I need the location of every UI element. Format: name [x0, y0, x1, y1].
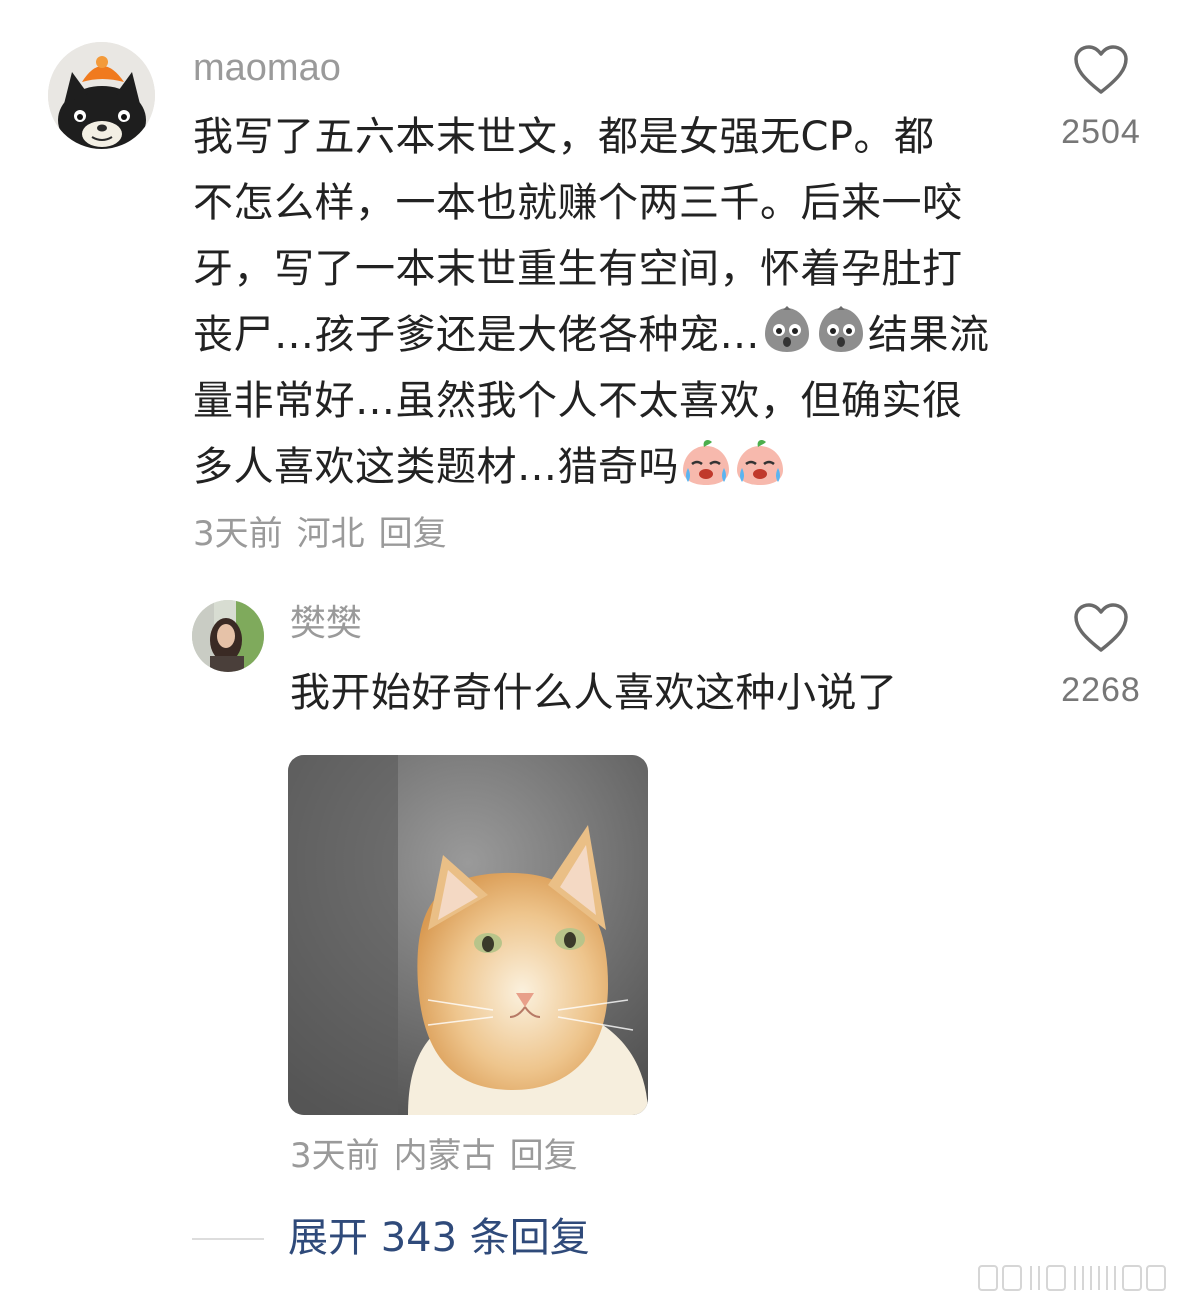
comment-text-segment: 多人喜欢这类题材…猎奇吗: [193, 444, 679, 490]
reply-button[interactable]: 回复: [379, 514, 447, 554]
comment-text-line: 多人喜欢这类题材…猎奇吗: [193, 434, 1023, 500]
comment-author[interactable]: maomao: [193, 44, 341, 92]
like-button[interactable]: 2504: [1046, 44, 1156, 152]
rock-face-emoji-icon: [819, 306, 863, 352]
cat-photo-icon: [288, 755, 648, 1115]
like-count: 2268: [1061, 671, 1141, 709]
comment-text-line: 我写了五六本末世文，都是女强无CP。都: [193, 114, 935, 160]
comment-text-line: 不怎么样，一本也就赚个两三千。后来一咬: [193, 180, 963, 226]
crying-peach-emoji-icon: [683, 439, 729, 485]
crying-peach-emoji-icon: [737, 439, 783, 485]
comment-text-line: 牙，写了一本末世重生有空间，怀着孕肚打: [193, 246, 963, 292]
reply-button[interactable]: 回复: [510, 1136, 578, 1176]
avatar[interactable]: [48, 42, 155, 149]
comment-text: 我写了五六本末世文，都是女强无CP。都 不怎么样，一本也就赚个两三千。后来一咬 …: [193, 104, 1023, 500]
like-count: 2504: [1061, 113, 1141, 151]
reply-image[interactable]: [288, 755, 648, 1115]
watermark: [975, 1262, 1171, 1294]
comment-time: 3天前: [193, 514, 283, 554]
rock-face-emoji-icon: [765, 306, 809, 352]
divider: [192, 1238, 264, 1240]
heart-icon: [1074, 45, 1128, 94]
comment-text-segment: 结果流: [868, 312, 990, 358]
comment-text-line: 丧尸…孩子爹还是大佬各种宠… 结果流: [193, 302, 1023, 368]
reply-like-button[interactable]: 2268: [1046, 602, 1156, 710]
comment-text-line: 量非常好…虽然我个人不太喜欢，但确实很: [193, 378, 963, 424]
comment-meta: 3天前 河北 回复: [193, 511, 447, 557]
comment-location: 河北: [296, 514, 365, 554]
reply-location: 内蒙古: [393, 1136, 496, 1176]
reply-avatar[interactable]: [192, 600, 264, 672]
heart-icon: [1074, 603, 1128, 652]
user-photo-avatar-icon: [192, 600, 264, 672]
comment-text-segment: 丧尸…孩子爹还是大佬各种宠…: [193, 312, 760, 358]
reply-text: 我开始好奇什么人喜欢这种小说了: [290, 670, 898, 716]
reply-time: 3天前: [290, 1136, 380, 1176]
expand-replies-link[interactable]: 展开 343 条回复: [288, 1213, 590, 1263]
reply-author[interactable]: 樊樊: [290, 601, 362, 647]
reply-meta: 3天前 内蒙古 回复: [290, 1133, 578, 1179]
cat-avatar-icon: [48, 42, 155, 149]
watermark-icon: [978, 1265, 1166, 1291]
